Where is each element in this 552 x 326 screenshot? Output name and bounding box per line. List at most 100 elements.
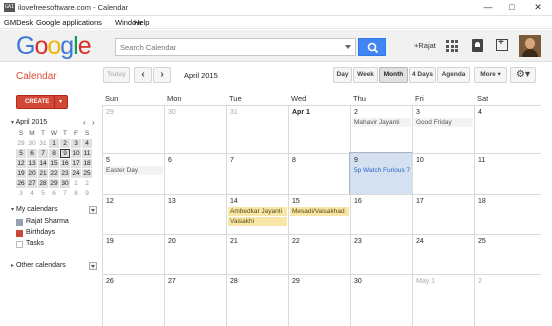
day-cell[interactable]: 30	[164, 105, 226, 153]
view-day-button[interactable]: Day	[333, 67, 352, 83]
mini-day-cell[interactable]: 18	[82, 159, 92, 168]
menu-google-applications[interactable]: Google applications	[36, 18, 102, 27]
mini-day-cell[interactable]: 19	[16, 169, 26, 178]
view-agenda-button[interactable]: Agenda	[437, 67, 470, 83]
day-number[interactable]: 22	[292, 238, 300, 245]
mini-day-cell[interactable]: 5	[16, 149, 26, 158]
day-cell[interactable]: 26	[102, 274, 164, 326]
day-number[interactable]: 17	[416, 198, 424, 205]
day-cell[interactable]: 6	[164, 153, 226, 194]
day-number[interactable]: 15	[292, 198, 300, 205]
mini-day-cell[interactable]: 10	[71, 149, 81, 158]
today-button[interactable]: Today	[103, 67, 130, 83]
day-cell[interactable]: 15 Mesadi/Vaisakhad	[288, 194, 350, 234]
mini-day-cell[interactable]: 2	[82, 179, 92, 188]
day-cell[interactable]: 7	[226, 153, 288, 194]
mini-day-cell[interactable]: 8	[71, 189, 81, 198]
mini-day-cell[interactable]: 22	[49, 169, 59, 178]
calendar-event[interactable]: Good Friday	[414, 118, 473, 127]
mini-day-cell[interactable]: 3	[71, 139, 81, 148]
mini-day-cell[interactable]: 14	[38, 159, 48, 168]
calendar-event[interactable]: Ambedkar Jayanti	[228, 207, 287, 216]
day-number[interactable]: 8	[292, 157, 296, 164]
mini-day-cell[interactable]: 16	[60, 159, 70, 168]
day-number[interactable]: 16	[354, 198, 362, 205]
day-number[interactable]: 30	[168, 109, 176, 116]
mini-day-cell[interactable]: 6	[49, 189, 59, 198]
next-period-button[interactable]: ›	[153, 67, 171, 83]
my-calendars-header[interactable]: ▾ My calendars	[11, 206, 58, 213]
day-cell[interactable]: Apr 1	[288, 105, 350, 153]
day-number[interactable]: 6	[168, 157, 172, 164]
mini-day-cell[interactable]: 13	[27, 159, 37, 168]
day-cell[interactable]: 9 5p Watch Furious 7	[349, 152, 413, 195]
menu-gmdesk[interactable]: GMDesk	[4, 18, 33, 27]
mini-day-cell[interactable]: 11	[82, 149, 92, 158]
notification-icon[interactable]	[472, 39, 483, 52]
day-cell[interactable]: 11	[474, 153, 541, 194]
mini-day-cell[interactable]: 27	[27, 179, 37, 188]
maximize-icon[interactable]: □	[502, 0, 522, 16]
day-cell[interactable]: 4	[474, 105, 541, 153]
day-number[interactable]: 7	[230, 157, 234, 164]
user-profile-link[interactable]: +Rajat	[414, 41, 436, 50]
mini-day-cell[interactable]: 3	[16, 189, 26, 198]
day-cell[interactable]: 13	[164, 194, 226, 234]
day-cell[interactable]: 2	[474, 274, 541, 326]
day-number[interactable]: 3	[416, 109, 420, 116]
day-number[interactable]: 21	[230, 238, 238, 245]
day-cell[interactable]: 17	[412, 194, 474, 234]
day-cell[interactable]: 18	[474, 194, 541, 234]
mini-day-cell[interactable]: 7	[60, 189, 70, 198]
day-cell[interactable]: 29	[288, 274, 350, 326]
day-cell[interactable]: 2 Mahavir Jayanti	[350, 105, 412, 153]
mini-day-cell[interactable]: 9	[82, 189, 92, 198]
day-cell[interactable]: 27	[164, 274, 226, 326]
mini-day-cell[interactable]: 23	[60, 169, 70, 178]
day-cell[interactable]: 28	[226, 274, 288, 326]
view-week-button[interactable]: Week	[353, 67, 378, 83]
day-cell[interactable]: 21	[226, 234, 288, 274]
search-input[interactable]	[116, 39, 336, 55]
day-cell[interactable]: 19	[102, 234, 164, 274]
mini-day-cell[interactable]: 1	[49, 139, 59, 148]
day-cell[interactable]: 5 Easter Day	[102, 153, 164, 194]
minimize-icon[interactable]: —	[478, 0, 498, 16]
search-options-icon[interactable]	[345, 45, 351, 49]
day-number[interactable]: 23	[354, 238, 362, 245]
mini-prev-button[interactable]: ‹	[83, 118, 86, 127]
day-number[interactable]: 9	[354, 157, 358, 164]
mini-day-cell[interactable]: 30	[27, 139, 37, 148]
mini-day-cell[interactable]: 2	[60, 139, 70, 148]
view-4days-button[interactable]: 4 Days	[409, 67, 436, 83]
day-cell[interactable]: 14 Ambedkar Jayanti Vaisakhi	[226, 194, 288, 234]
day-number[interactable]: 2	[354, 109, 358, 116]
calendar-event[interactable]: Vaisakhi	[228, 217, 287, 226]
day-number[interactable]: Apr 1	[292, 109, 310, 116]
mini-day-cell[interactable]: 25	[82, 169, 92, 178]
day-number[interactable]: 2	[478, 278, 482, 285]
day-cell[interactable]: 12	[102, 194, 164, 234]
share-icon[interactable]	[496, 37, 508, 51]
mini-calendar-title[interactable]: ▾ April 2015	[11, 119, 47, 126]
avatar[interactable]	[519, 35, 541, 57]
calendar-event[interactable]: Mahavir Jayanti	[352, 118, 411, 127]
day-number[interactable]: 26	[106, 278, 114, 285]
mini-day-cell[interactable]: 29	[49, 179, 59, 188]
create-button[interactable]: CREATE ▾	[16, 95, 68, 109]
mini-day-cell[interactable]: 4	[27, 189, 37, 198]
google-logo[interactable]: Google	[16, 32, 92, 60]
mini-day-cell[interactable]: 1	[71, 179, 81, 188]
day-number[interactable]: 5	[106, 157, 110, 164]
day-number[interactable]: 18	[478, 198, 486, 205]
day-number[interactable]: 24	[416, 238, 424, 245]
day-number[interactable]: 19	[106, 238, 114, 245]
day-number[interactable]: 28	[230, 278, 238, 285]
other-calendars-header[interactable]: ▸ Other calendars	[11, 262, 66, 269]
calendar-event[interactable]: 5p Watch Furious 7	[352, 166, 411, 175]
day-number[interactable]: 12	[106, 198, 114, 205]
day-number[interactable]: 29	[106, 109, 114, 116]
day-cell[interactable]: May 1	[412, 274, 474, 326]
day-number[interactable]: 29	[292, 278, 300, 285]
day-cell[interactable]: 24	[412, 234, 474, 274]
